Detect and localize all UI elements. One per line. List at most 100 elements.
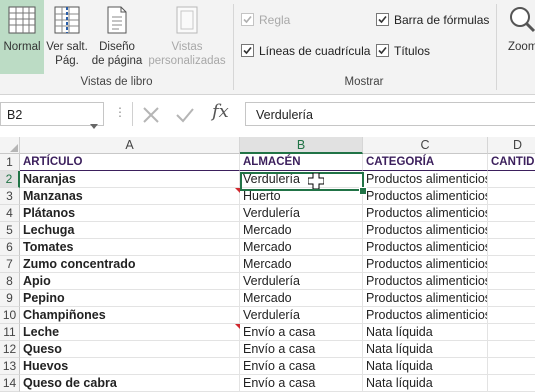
select-all-corner[interactable]	[0, 137, 20, 154]
fill-handle[interactable]	[359, 187, 367, 195]
table-cell[interactable]	[488, 341, 535, 358]
row-header[interactable]: 12	[0, 341, 20, 358]
normal-view-icon	[7, 5, 37, 39]
table-cell[interactable]: Leche	[20, 324, 240, 341]
row-header[interactable]: 8	[0, 273, 20, 290]
row-header[interactable]: 4	[0, 205, 20, 222]
table-cell[interactable]: Mercado	[240, 256, 363, 273]
formula-bar-grip[interactable]: ⋮	[114, 105, 126, 119]
table-cell[interactable]: Nata líquida	[363, 341, 488, 358]
gridlines-check-icon	[241, 44, 254, 57]
table-cell[interactable]: Zumo concentrado	[20, 256, 240, 273]
table-cell[interactable]	[488, 273, 535, 290]
gridlines-label: Líneas de cuadrícula	[259, 44, 371, 58]
table-cell[interactable]: Huevos	[20, 358, 240, 375]
custom-views-label-1: Vistas	[171, 41, 203, 53]
table-cell[interactable]	[488, 324, 535, 341]
enter-check-icon[interactable]	[174, 104, 196, 126]
table-cell[interactable]: Verdulería	[240, 273, 363, 290]
custom-views-label-2: personalizadas	[148, 55, 226, 67]
table-cell[interactable]: Productos alimenticios	[363, 256, 488, 273]
normal-view-button[interactable]: Normal	[0, 0, 44, 74]
row-header[interactable]: 1	[0, 154, 20, 171]
row-header[interactable]: 3	[0, 188, 20, 205]
cell-select-cursor-icon	[307, 172, 325, 194]
column-title-cell[interactable]: ALMACÉN	[240, 154, 363, 171]
page-break-preview-icon	[52, 5, 82, 39]
table-cell[interactable]: Pepino	[20, 290, 240, 307]
table-cell[interactable]: Mercado	[240, 239, 363, 256]
table-cell[interactable]: Verdulería	[240, 205, 363, 222]
insert-function-icon[interactable]: fx	[212, 101, 229, 122]
table-cell[interactable]: Envío a casa	[240, 324, 363, 341]
row-header[interactable]: 9	[0, 290, 20, 307]
table-cell[interactable]	[488, 205, 535, 222]
row-header[interactable]: 11	[0, 324, 20, 341]
gridlines-checkbox[interactable]: Líneas de cuadrícula	[241, 44, 370, 60]
cancel-icon[interactable]	[140, 104, 162, 126]
table-cell[interactable]: Productos alimenticios	[363, 222, 488, 239]
page-break-label-1: Ver salt.	[46, 41, 88, 53]
page-break-preview-button[interactable]: Ver salt. Pág.	[45, 0, 89, 74]
row-header[interactable]: 10	[0, 307, 20, 324]
row-header[interactable]: 7	[0, 256, 20, 273]
table-cell[interactable]	[488, 188, 535, 205]
table-cell[interactable]	[488, 171, 535, 188]
table-cell[interactable]: Productos alimenticios	[363, 188, 488, 205]
table-cell[interactable]	[488, 239, 535, 256]
page-layout-label-2: de página	[91, 55, 143, 67]
custom-views-icon	[173, 5, 201, 39]
table-cell[interactable]: 0.	[488, 307, 535, 324]
table-cell[interactable]: Manzanas	[20, 188, 240, 205]
table-cell[interactable]	[488, 222, 535, 239]
table-cell[interactable]	[488, 256, 535, 273]
views-group-label: Vistas de libro	[80, 76, 153, 88]
column-header-b[interactable]: B	[240, 137, 363, 154]
table-cell[interactable]: Naranjas	[20, 171, 240, 188]
table-cell[interactable]: Productos alimenticios	[363, 171, 488, 188]
formula-bar-checkbox[interactable]: Barra de fórmulas	[376, 13, 489, 29]
column-title-cell[interactable]: CATEGORÍA	[363, 154, 488, 171]
table-cell[interactable]: Champiñones	[20, 307, 240, 324]
table-cell[interactable]: Tomates	[20, 239, 240, 256]
zoom-button[interactable]: Zoom	[500, 0, 535, 74]
name-box[interactable]: B2	[0, 102, 104, 129]
column-header-c[interactable]: C	[363, 137, 488, 154]
table-cell[interactable]: Apio	[20, 273, 240, 290]
table-cell[interactable]: Productos alimenticios	[363, 307, 488, 324]
table-cell[interactable]	[488, 358, 535, 375]
table-cell[interactable]: Productos alimenticios	[363, 290, 488, 307]
formula-input[interactable]: Verdulería	[245, 102, 535, 126]
row-header[interactable]: 2	[0, 171, 20, 188]
table-cell[interactable]: Nata líquida	[363, 358, 488, 375]
row-header[interactable]: 13	[0, 358, 20, 375]
page-layout-button[interactable]: Diseño de página	[90, 0, 144, 74]
column-title-cell[interactable]: CANTIDA	[488, 154, 535, 171]
table-cell[interactable]: Envío a casa	[240, 358, 363, 375]
row-header[interactable]: 6	[0, 239, 20, 256]
table-cell[interactable]: Verdulería	[240, 307, 363, 324]
table-cell[interactable]: Productos alimenticios	[363, 239, 488, 256]
ruler-checkbox[interactable]: Regla	[241, 13, 290, 29]
headings-check-icon	[376, 44, 389, 57]
page-layout-icon	[105, 5, 129, 39]
table-cell[interactable]: Nata líquida	[363, 324, 488, 341]
table-cell[interactable]: Envío a casa	[240, 341, 363, 358]
headings-checkbox[interactable]: Títulos	[376, 44, 430, 60]
custom-views-button[interactable]: Vistas personalizadas	[145, 0, 229, 74]
row-header[interactable]: 5	[0, 222, 20, 239]
table-cell[interactable]	[488, 290, 535, 307]
table-cell[interactable]: Productos alimenticios	[363, 205, 488, 222]
comment-indicator-icon[interactable]	[235, 324, 240, 329]
chevron-down-icon[interactable]	[90, 113, 98, 137]
table-cell[interactable]: Productos alimenticios	[363, 273, 488, 290]
headings-label: Títulos	[394, 44, 431, 58]
column-header-d[interactable]: D	[488, 137, 535, 154]
table-cell[interactable]: Mercado	[240, 222, 363, 239]
table-cell[interactable]: Plátanos	[20, 205, 240, 222]
column-header-a[interactable]: A	[20, 137, 240, 154]
column-title-cell[interactable]: ARTÍCULO	[20, 154, 240, 171]
table-cell[interactable]: Queso	[20, 341, 240, 358]
table-cell[interactable]: Lechuga	[20, 222, 240, 239]
table-cell[interactable]: Mercado	[240, 290, 363, 307]
